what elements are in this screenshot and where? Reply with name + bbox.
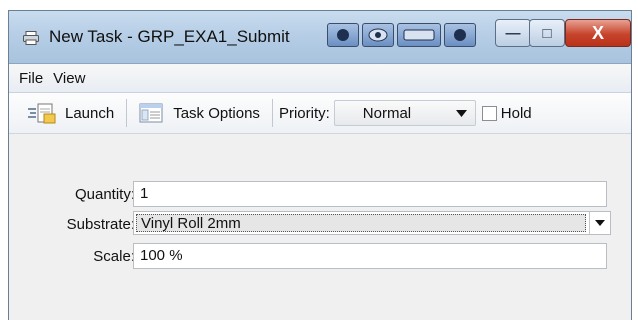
menu-view[interactable]: View bbox=[51, 68, 87, 89]
scale-input[interactable]: 100 % bbox=[133, 243, 607, 269]
toolbar-separator bbox=[271, 99, 273, 127]
minimize-button[interactable]: — bbox=[495, 19, 531, 47]
task-options-button[interactable]: Task Options bbox=[133, 98, 266, 128]
launch-button[interactable]: Launch bbox=[21, 98, 120, 128]
hold-label: Hold bbox=[500, 104, 532, 122]
title-extra-button-3[interactable] bbox=[397, 23, 441, 47]
window-title: New Task - GRP_EXA1_Submit bbox=[49, 27, 290, 46]
quantity-row: Quantity: 1 bbox=[9, 181, 631, 209]
quantity-input[interactable]: 1 bbox=[133, 181, 607, 207]
toolbar-separator bbox=[126, 99, 128, 127]
chevron-down-icon bbox=[595, 220, 605, 226]
eye-icon bbox=[368, 28, 388, 42]
title-bar[interactable]: New Task - GRP_EXA1_Submit — □ X bbox=[9, 11, 631, 64]
priority-label: Priority: bbox=[278, 104, 330, 122]
quantity-label: Quantity: bbox=[74, 186, 135, 203]
close-icon: X bbox=[591, 22, 604, 43]
printer-icon bbox=[23, 31, 39, 45]
priority-select[interactable]: Normal bbox=[333, 100, 476, 126]
substrate-select[interactable]: Vinyl Roll 2mm bbox=[133, 211, 611, 235]
window-layout-icon bbox=[403, 29, 435, 41]
close-button[interactable]: X bbox=[565, 19, 631, 47]
title-extra-buttons bbox=[327, 23, 476, 49]
record-icon bbox=[337, 29, 349, 41]
minimize-icon: — bbox=[505, 24, 521, 42]
substrate-value: Vinyl Roll 2mm bbox=[136, 214, 586, 232]
launch-icon bbox=[28, 103, 56, 124]
priority-value: Normal bbox=[362, 104, 412, 122]
launch-label: Launch bbox=[65, 104, 115, 122]
title-extra-button-4[interactable] bbox=[444, 23, 476, 47]
record-icon bbox=[454, 29, 466, 41]
task-options-label: Task Options bbox=[173, 104, 260, 122]
substrate-dropdown-button[interactable] bbox=[589, 212, 610, 234]
title-extra-button-2[interactable] bbox=[362, 23, 394, 47]
menu-file[interactable]: File bbox=[17, 68, 45, 89]
hold-checkbox[interactable] bbox=[481, 105, 497, 121]
maximize-icon: □ bbox=[542, 24, 552, 42]
scale-label: Scale: bbox=[93, 248, 135, 265]
task-window: New Task - GRP_EXA1_Submit — □ X File Vi… bbox=[8, 10, 632, 320]
chevron-down-icon bbox=[455, 109, 467, 117]
substrate-row: Substrate: Vinyl Roll 2mm bbox=[9, 211, 631, 239]
scale-row: Scale: 100 % bbox=[9, 243, 631, 271]
menu-bar: File View bbox=[9, 64, 631, 93]
toolbar: Launch Task Options Priority: Normal Hol… bbox=[9, 93, 631, 134]
title-extra-button-1[interactable] bbox=[327, 23, 359, 47]
maximize-button[interactable]: □ bbox=[529, 19, 565, 47]
task-options-icon bbox=[139, 103, 163, 123]
substrate-label: Substrate: bbox=[66, 216, 135, 233]
